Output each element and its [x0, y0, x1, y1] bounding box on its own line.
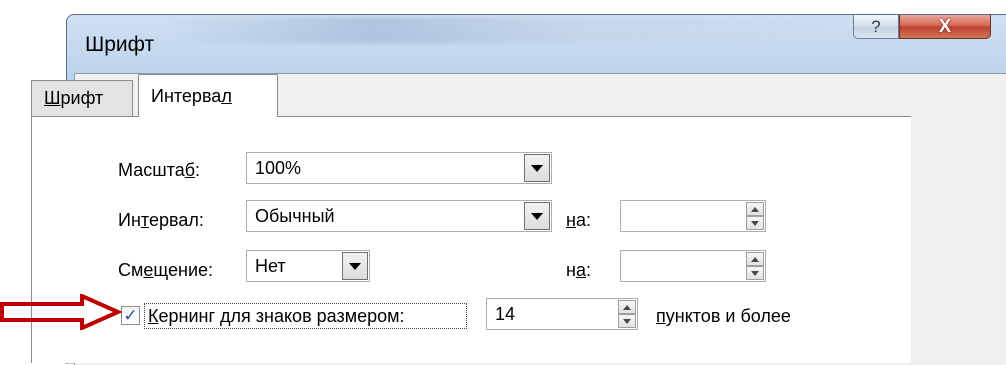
- kerning-checkbox[interactable]: ✓: [121, 306, 140, 325]
- position-by-spinner[interactable]: [746, 252, 764, 280]
- spacing-by-spinner[interactable]: [746, 202, 764, 230]
- chevron-up-icon: [623, 304, 631, 310]
- spacing-dropdown-button[interactable]: [524, 202, 550, 230]
- position-by-label: на:: [566, 260, 591, 280]
- position-label: Смещение:: [118, 260, 214, 280]
- titlebar-background: [167, 17, 857, 43]
- kerning-suffix-label: пунктов и более: [656, 306, 791, 326]
- spacing-value: Обычный: [255, 206, 335, 226]
- tab-font-label: Шрифт: [44, 88, 104, 108]
- dialog-title: Шрифт: [85, 33, 155, 56]
- kerning-size-value: 14: [495, 304, 516, 324]
- chevron-down-icon: [349, 262, 361, 270]
- checkmark-icon: ✓: [123, 306, 138, 325]
- help-icon: ?: [871, 16, 881, 36]
- chevron-down-icon: [751, 220, 759, 226]
- spin-up-button[interactable]: [618, 300, 636, 314]
- spin-down-button[interactable]: [746, 216, 764, 230]
- scale-select[interactable]: 100%: [246, 152, 552, 184]
- kerning-size-input[interactable]: 14: [486, 298, 638, 330]
- scale-dropdown-button[interactable]: [524, 154, 550, 182]
- position-by-input[interactable]: [620, 250, 766, 282]
- position-dropdown-button[interactable]: [342, 252, 368, 280]
- kerning-label[interactable]: Кернинг для знаков размером:: [148, 306, 405, 327]
- chevron-up-icon: [751, 256, 759, 262]
- chevron-up-icon: [751, 206, 759, 212]
- spacing-select[interactable]: Обычный: [246, 200, 552, 232]
- chevron-down-icon: [531, 212, 543, 220]
- chevron-down-icon: [751, 270, 759, 276]
- close-icon: X: [938, 16, 951, 36]
- tab-interval[interactable]: Интервал: [138, 74, 278, 117]
- spin-up-button[interactable]: [746, 252, 764, 266]
- spin-down-button[interactable]: [618, 314, 636, 328]
- tab-font[interactable]: Шрифт: [31, 80, 133, 116]
- spacing-label: Интервал:: [118, 210, 204, 230]
- help-button[interactable]: ?: [853, 15, 899, 39]
- position-value: Нет: [255, 256, 286, 276]
- spin-down-button[interactable]: [746, 266, 764, 280]
- spacing-by-input[interactable]: [620, 200, 766, 232]
- close-button[interactable]: X: [899, 15, 991, 39]
- chevron-down-icon: [531, 164, 543, 172]
- red-arrow-icon: [0, 294, 122, 330]
- chevron-down-icon: [623, 318, 631, 324]
- tab-interval-label: Интервал: [151, 85, 232, 106]
- position-select[interactable]: Нет: [246, 250, 370, 282]
- scale-value: 100%: [255, 158, 302, 178]
- scale-label: Масштаб:: [118, 160, 201, 180]
- kerning-size-spinner[interactable]: [618, 300, 636, 328]
- spacing-by-label: на:: [566, 210, 591, 230]
- spin-up-button[interactable]: [746, 202, 764, 216]
